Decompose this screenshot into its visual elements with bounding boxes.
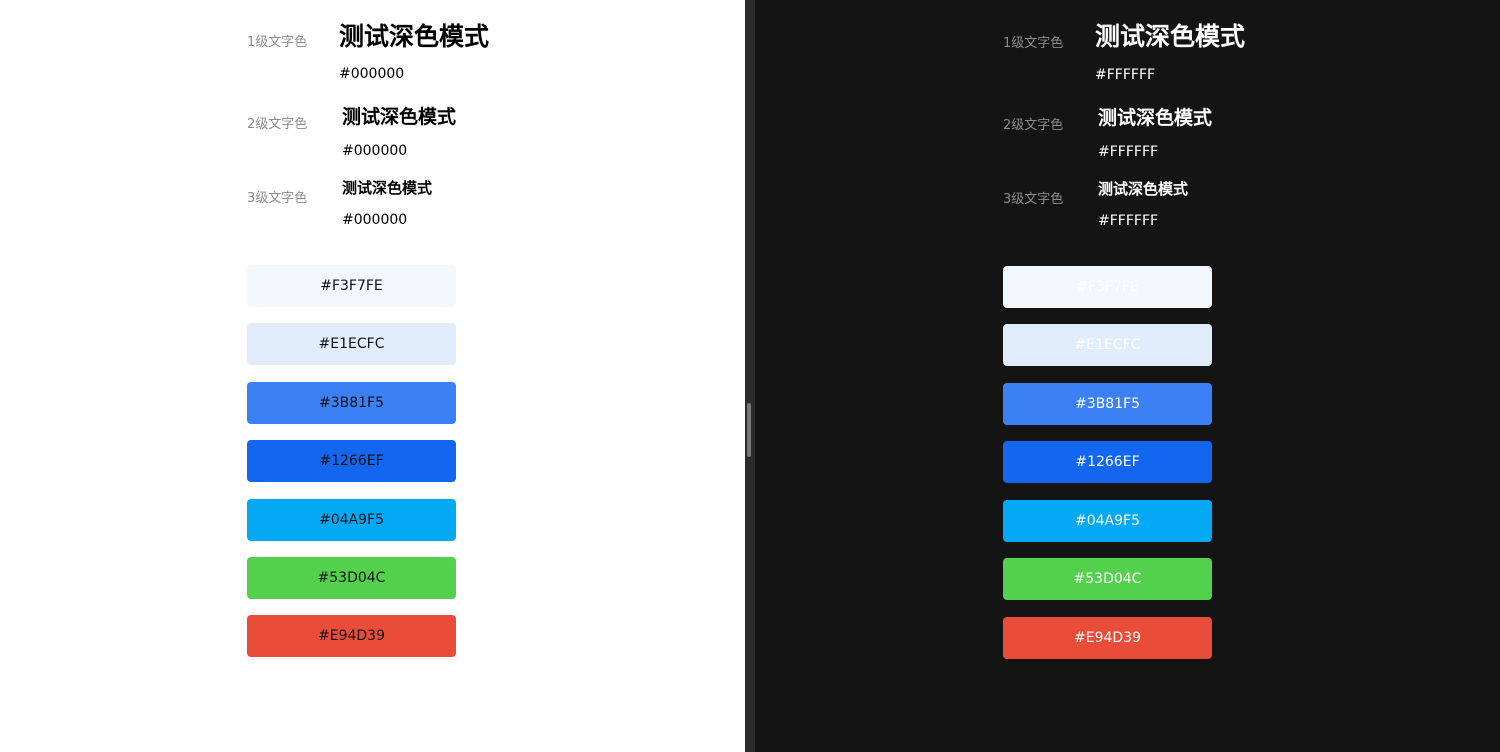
color-swatch: #3B81F5	[247, 382, 456, 424]
dark-mode-panel: 1级文字色 测试深色模式 #FFFFFF 2级文字色 测试深色模式 #FFFFF…	[755, 0, 1500, 752]
text-level-2-label: 2级文字色	[1003, 118, 1064, 133]
text-level-2-hex: #000000	[342, 143, 408, 159]
text-level-3-heading: 测试深色模式	[342, 179, 433, 197]
color-swatch: #1266EF	[247, 440, 456, 482]
text-level-3-heading: 测试深色模式	[1098, 180, 1189, 198]
text-level-3-hex: #000000	[342, 212, 408, 228]
text-level-2-heading: 测试深色模式	[1098, 107, 1213, 129]
text-level-1-label: 1级文字色	[1003, 36, 1064, 51]
color-swatch: #53D04C	[247, 557, 456, 599]
text-level-3-label: 3级文字色	[1003, 192, 1064, 207]
text-level-1-hex: #000000	[339, 66, 405, 82]
text-level-3-hex: #FFFFFF	[1098, 213, 1159, 229]
split-view-divider	[745, 0, 755, 752]
color-swatch: #53D04C	[1003, 558, 1212, 600]
color-swatch: #04A9F5	[1003, 500, 1212, 542]
text-level-1-heading: 测试深色模式	[339, 22, 490, 51]
color-swatch: #E1ECFC	[247, 323, 456, 365]
color-swatch: #E1ECFC	[1003, 324, 1212, 366]
text-level-3-label: 3级文字色	[247, 191, 308, 206]
color-swatch: #04A9F5	[247, 499, 456, 541]
color-swatch: #E94D39	[1003, 617, 1212, 659]
split-view-resize-handle[interactable]	[747, 403, 751, 457]
text-level-1-label: 1级文字色	[247, 35, 308, 50]
text-level-2-label: 2级文字色	[247, 117, 308, 132]
color-swatch: #E94D39	[247, 615, 456, 657]
color-swatch: #F3F7FE	[1003, 266, 1212, 308]
color-swatch: #1266EF	[1003, 441, 1212, 483]
text-level-2-hex: #FFFFFF	[1098, 144, 1159, 160]
text-level-2-heading: 测试深色模式	[342, 106, 457, 128]
light-mode-panel: 1级文字色 测试深色模式 #000000 2级文字色 测试深色模式 #00000…	[0, 0, 745, 752]
text-level-1-heading: 测试深色模式	[1095, 22, 1246, 51]
color-swatch: #F3F7FE	[247, 265, 456, 307]
text-level-1-hex: #FFFFFF	[1095, 67, 1156, 83]
color-swatch: #3B81F5	[1003, 383, 1212, 425]
